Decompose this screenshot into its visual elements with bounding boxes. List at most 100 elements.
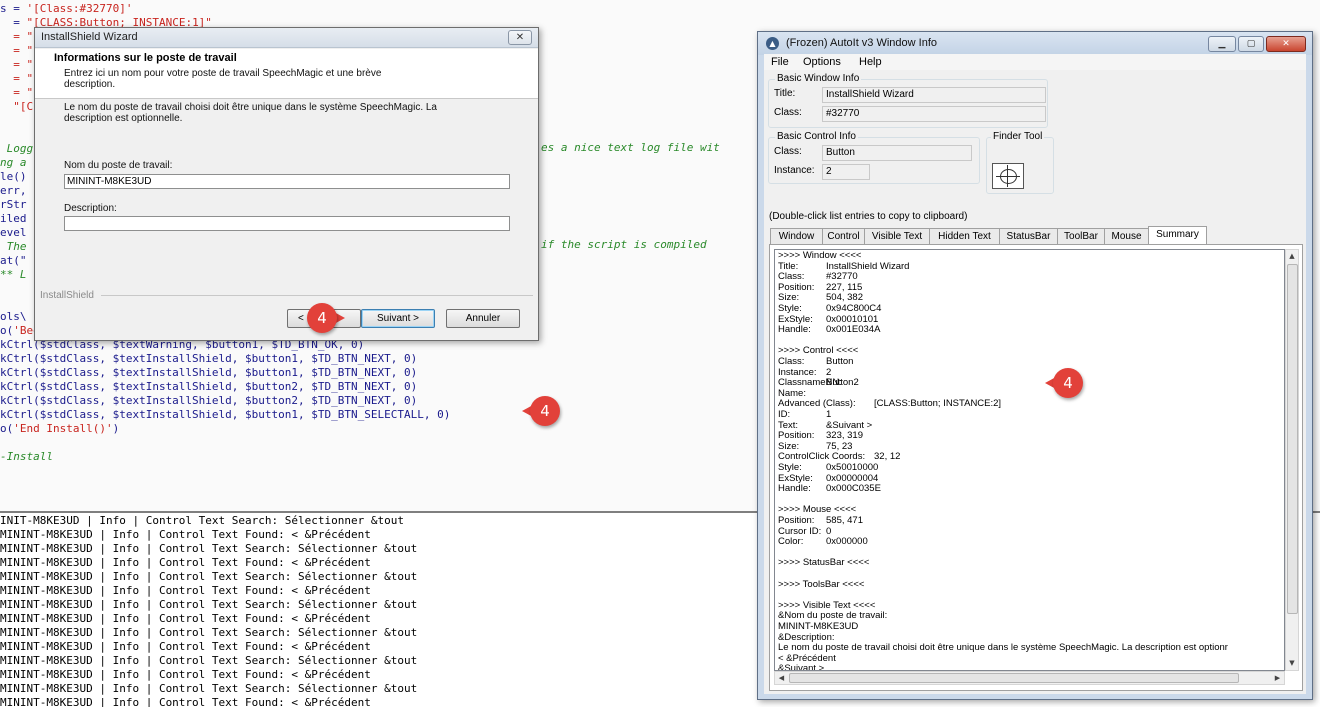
tab-hidden-text[interactable]: Hidden Text — [929, 228, 1000, 244]
scroll-right-icon[interactable]: ▶ — [1271, 672, 1284, 684]
code-token: at(" — [0, 254, 27, 267]
scroll-up-icon[interactable]: ▲ — [1286, 250, 1298, 263]
wizard-note: Le nom du poste de travail choisi doit ê… — [64, 102, 437, 124]
log-line: MININT-M8KE3UD | Info | Control Text Sea… — [0, 598, 418, 611]
menu-options[interactable]: Options — [803, 56, 841, 68]
code-line: at(" — [0, 254, 27, 268]
brand-divider — [101, 295, 533, 296]
callout-badge: 4 — [307, 303, 345, 333]
log-line: MININT-M8KE3UD | Info | Control Text Fou… — [0, 556, 371, 569]
cancel-button[interactable]: Annuler — [446, 309, 520, 328]
tab-window[interactable]: Window — [770, 228, 823, 244]
code-token: = " — [0, 72, 34, 85]
autoit-titlebar[interactable]: ▲ (Frozen) AutoIt v3 Window Info ▁ ▢ ✕ — [758, 32, 1312, 55]
control-class-label: Class: — [774, 146, 802, 157]
crosshair-icon[interactable] — [992, 163, 1024, 189]
code-line: le() — [0, 170, 27, 184]
scroll-left-icon[interactable]: ◀ — [775, 672, 788, 684]
wizard-titlebar[interactable]: InstallShield Wizard ✕ — [35, 28, 538, 48]
summary-line[interactable]: Color: 0x000000 — [778, 536, 868, 548]
close-icon[interactable]: ✕ — [508, 30, 532, 45]
name-label: Nom du poste de travail: — [64, 160, 173, 171]
tab-statusbar[interactable]: StatusBar — [999, 228, 1058, 244]
close-icon[interactable]: ✕ — [1266, 36, 1306, 52]
summary-value: 0x000000 — [826, 536, 868, 548]
summary-line[interactable]: Handle: 0x001E034A — [778, 324, 880, 336]
summary-value: 1 — [826, 409, 832, 420]
summary-key: Size: — [778, 440, 800, 452]
tab-control[interactable]: Control — [822, 228, 865, 244]
code-line: o('End Install()') — [0, 422, 119, 436]
control-class-field[interactable]: Button — [822, 145, 972, 161]
crosshair-vertical — [1007, 165, 1008, 187]
summary-key: Position: — [778, 515, 815, 526]
scroll-thumb[interactable] — [1287, 264, 1298, 614]
summary-key: Style: — [778, 462, 802, 473]
menu-help[interactable]: Help — [859, 56, 882, 68]
code-token: kCtrl($stdClass, $textInstallShield, $bu… — [0, 394, 404, 407]
summary-line[interactable]: Le nom du poste de travail choisi doit ê… — [778, 643, 1228, 654]
code-token: ) — [410, 352, 418, 365]
window-title-field[interactable]: InstallShield Wizard — [822, 87, 1046, 103]
summary-line[interactable]: MININT-M8KE3UD — [778, 621, 858, 633]
minimize-icon[interactable]: ▁ — [1208, 36, 1236, 52]
summary-line[interactable]: >>>> ToolsBar <<<< — [778, 579, 864, 591]
summary-key: Color: — [778, 536, 804, 548]
summary-key: Style: — [778, 303, 802, 314]
code-line: Logg — [0, 142, 34, 156]
summary-key: ControlClick Coords: — [778, 451, 866, 463]
scroll-down-icon[interactable]: ▼ — [1286, 657, 1298, 670]
workstation-name-field[interactable]: MININT-M8KE3UD — [64, 174, 510, 189]
autoit-app-icon: ▲ — [766, 37, 779, 50]
code-line: evel — [0, 226, 27, 240]
class-label: Class: — [774, 107, 802, 118]
tab-toolbar[interactable]: ToolBar — [1057, 228, 1105, 244]
code-token: ols\ — [0, 310, 27, 323]
code-line: = " — [0, 30, 33, 44]
summary-value: 0x50010000 — [826, 462, 879, 473]
horizontal-scrollbar[interactable]: ◀ ▶ — [774, 671, 1285, 685]
log-line: MININT-M8KE3UD | Info | Control Text Sea… — [0, 682, 418, 695]
code-token: 0 — [403, 394, 411, 407]
description-field[interactable] — [64, 216, 510, 231]
code-token: Logg — [0, 142, 34, 155]
window-class-field[interactable]: #32770 — [822, 106, 1046, 122]
log-line: MININT-M8KE3UD | Info | Control Text Sea… — [0, 570, 418, 583]
installshield-brand: InstallShield — [40, 290, 94, 301]
tab-visible-text[interactable]: Visible Text — [864, 228, 930, 244]
vertical-scrollbar[interactable]: ▲ ▼ — [1285, 249, 1299, 671]
wizard-heading: Informations sur le poste de travail — [54, 52, 237, 64]
log-line: MININT-M8KE3UD | Info | Control Text Fou… — [0, 584, 371, 597]
code-token: ng a — [0, 156, 27, 169]
log-line: MININT-M8KE3UD | Info | Control Text Fou… — [0, 668, 371, 681]
basic-window-info-label: Basic Window Info — [775, 73, 862, 84]
tab-mouse[interactable]: Mouse — [1104, 228, 1149, 244]
summary-key: Title: — [778, 260, 799, 272]
code-token: '[Class:#32770]' — [26, 2, 133, 15]
wizard-title: InstallShield Wizard — [41, 31, 138, 43]
summary-list[interactable]: >>>> Window <<<< Title: InstallShield Wiza… — [774, 249, 1285, 671]
code-token: 'End Install()' — [13, 422, 113, 435]
code-token: 0 — [437, 408, 444, 421]
wizard-subheading: Entrez ici un nom pour votre poste de tr… — [64, 68, 382, 90]
summary-line[interactable]: >>>> StatusBar <<<< — [778, 558, 869, 569]
code-token: ) — [410, 380, 418, 393]
tab-summary[interactable]: Summary — [1148, 226, 1207, 245]
summary-key: Position: — [778, 430, 815, 442]
autoit-window-info: ▲ (Frozen) AutoIt v3 Window Info ▁ ▢ ✕ F… — [757, 31, 1313, 700]
menu-file[interactable]: File — [771, 56, 789, 68]
code-token: 0 — [403, 380, 411, 393]
code-line: s = '[Class:#32770]' — [0, 2, 132, 16]
scroll-thumb-horizontal[interactable] — [789, 673, 1239, 683]
autoit-title: (Frozen) AutoIt v3 Window Info — [786, 37, 938, 49]
log-line: MININT-M8KE3UD | Info | Control Text Sea… — [0, 626, 418, 639]
next-button[interactable]: Suivant > — [361, 309, 435, 328]
summary-line[interactable]: &Suivant > — [778, 664, 824, 670]
summary-line[interactable]: Handle: 0x000C035E — [778, 483, 881, 495]
maximize-icon[interactable]: ▢ — [1238, 36, 1264, 52]
code-token: 0 — [403, 352, 411, 365]
log-line: MININT-M8KE3UD | Info | Control Text Fou… — [0, 612, 371, 625]
code-fragment-log-file: es a nice text log file wit — [541, 141, 720, 154]
log-line: MININT-M8KE3UD | Info | Control Text Fou… — [0, 640, 371, 653]
control-instance-field[interactable]: 2 — [822, 164, 870, 180]
